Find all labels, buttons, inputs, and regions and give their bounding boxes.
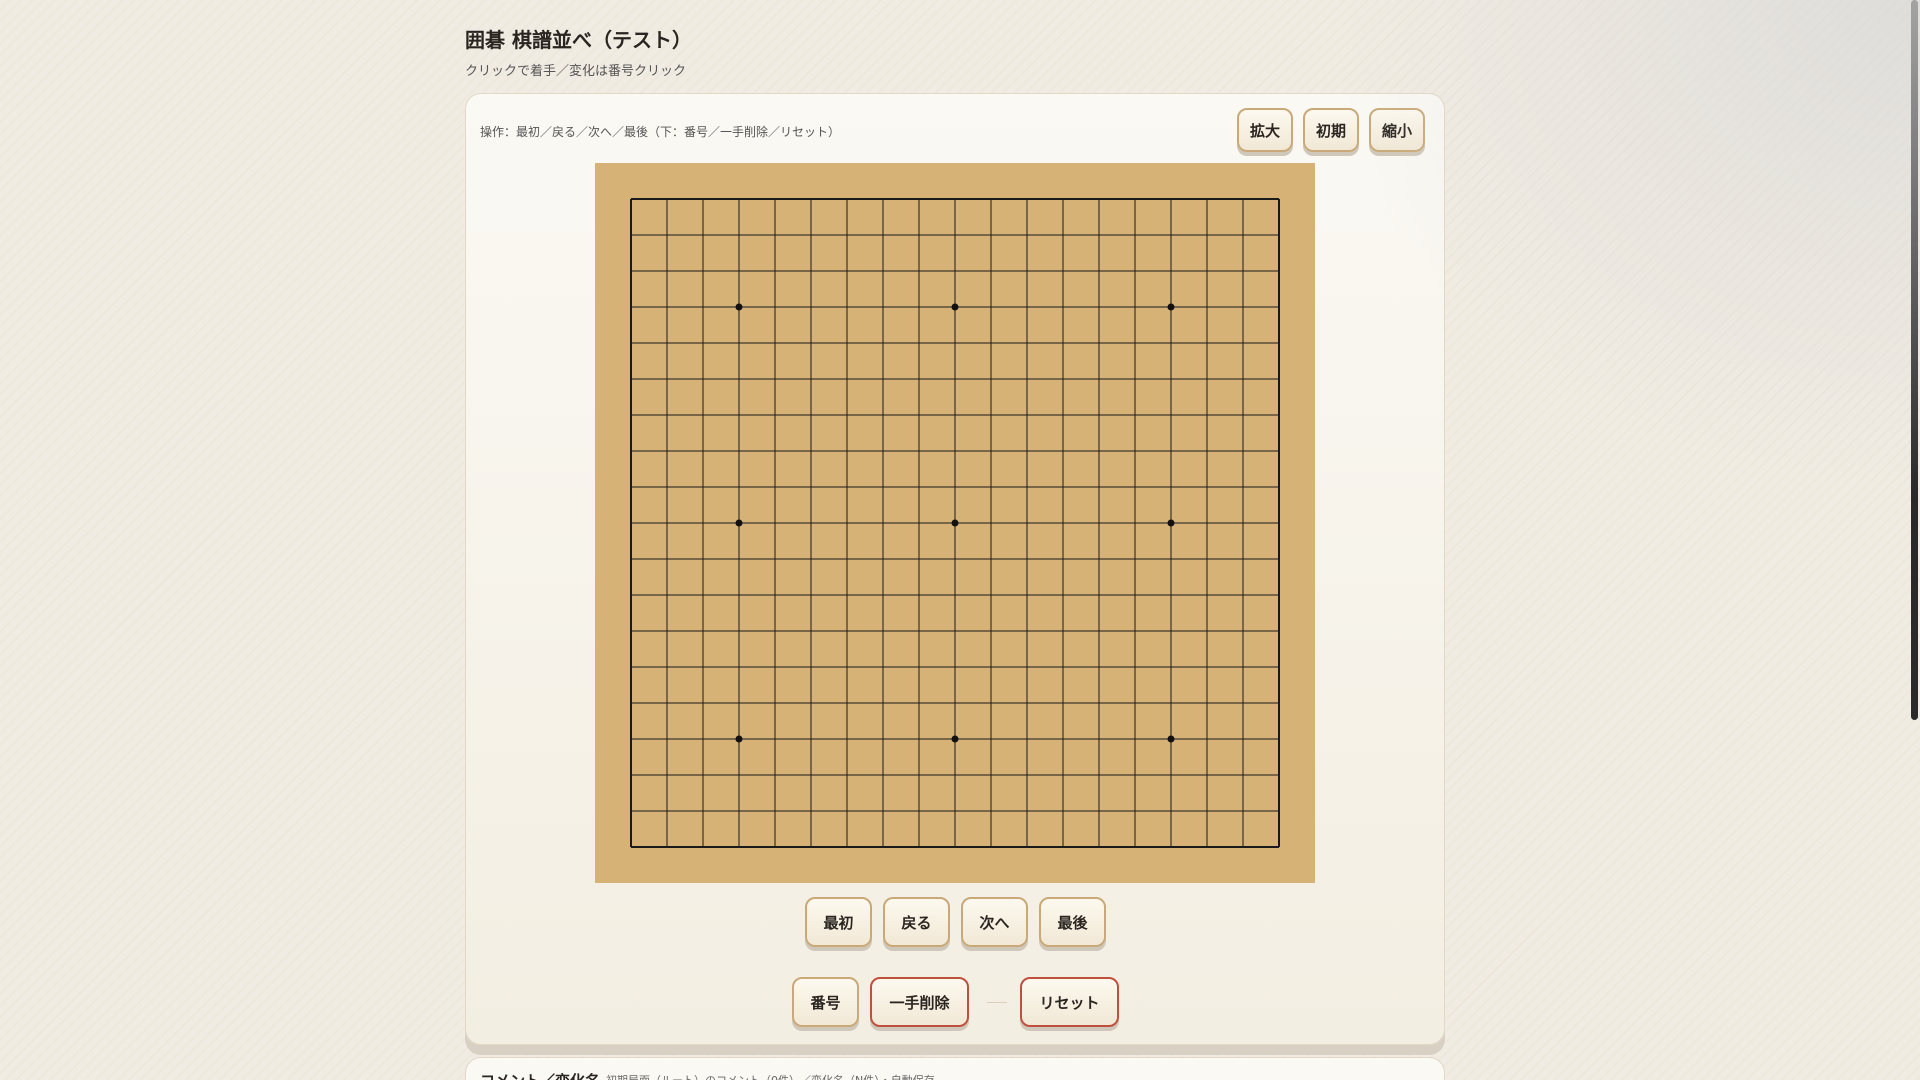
last-move-button[interactable]: 最後 xyxy=(1039,897,1106,947)
star-point xyxy=(735,303,743,311)
comment-card: コメント／変化名 初期局面（ルート）のコメント（0件）／変化名（N件）・自動保存 xyxy=(465,1057,1445,1080)
star-point xyxy=(1167,303,1175,311)
board-grid[interactable] xyxy=(595,163,1315,883)
reset-button[interactable]: リセット xyxy=(1020,977,1119,1027)
go-board[interactable] xyxy=(595,163,1315,883)
page-subtitle: クリックで着手／変化は番号クリック xyxy=(465,64,687,79)
separator xyxy=(987,1002,1007,1003)
first-move-button[interactable]: 最初 xyxy=(805,897,872,947)
zoom-reset-button[interactable]: 初期 xyxy=(1303,108,1359,152)
move-numbers-button[interactable]: 番号 xyxy=(792,977,859,1027)
star-point xyxy=(951,735,959,743)
page-title: 囲碁 棋譜並べ（テスト） xyxy=(465,28,692,52)
star-point xyxy=(735,735,743,743)
comment-title: コメント／変化名 xyxy=(480,1070,600,1080)
comment-subtitle: 初期局面（ルート）のコメント（0件）／変化名（N件）・自動保存 xyxy=(606,1072,935,1080)
board-card: 操作：最初／戻る／次へ／最後（下：番号／一手削除／リセット） 拡大 初期 縮小 … xyxy=(465,93,1445,1045)
zoom-out-button[interactable]: 縮小 xyxy=(1369,108,1425,152)
controls-hint: 操作：最初／戻る／次へ／最後（下：番号／一手削除／リセット） xyxy=(480,125,841,139)
star-point xyxy=(735,519,743,527)
scrollbar-thumb[interactable] xyxy=(1911,0,1918,720)
delete-move-button[interactable]: 一手削除 xyxy=(870,977,969,1027)
star-point xyxy=(1167,519,1175,527)
star-point xyxy=(951,519,959,527)
star-point xyxy=(951,303,959,311)
zoom-in-button[interactable]: 拡大 xyxy=(1237,108,1293,152)
next-move-button[interactable]: 次へ xyxy=(961,897,1028,947)
prev-move-button[interactable]: 戻る xyxy=(883,897,950,947)
star-point xyxy=(1167,735,1175,743)
